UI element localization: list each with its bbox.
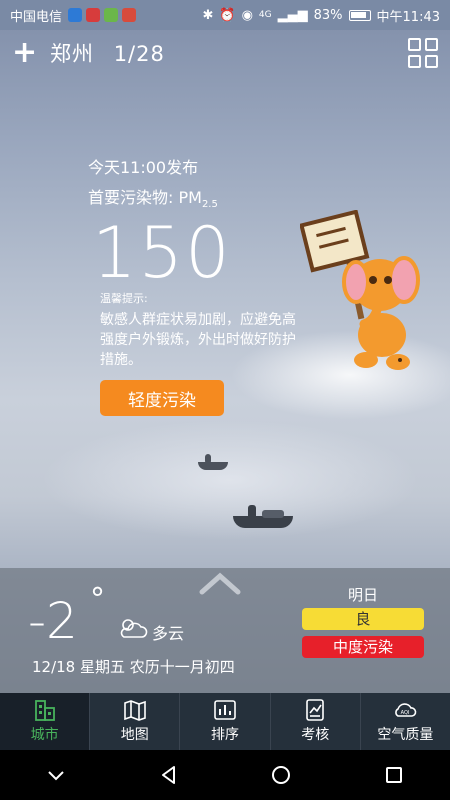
- city-icon: [34, 700, 55, 721]
- carrier-label: 中国电信: [10, 9, 63, 25]
- clock: 中午11:43: [376, 9, 440, 25]
- pollutant-label: 首要污染物: PM: [88, 188, 202, 207]
- mist-cloud: [40, 420, 420, 540]
- tomorrow-label: 明日: [347, 586, 378, 604]
- tab-label: 地图: [120, 727, 149, 743]
- map-icon: [123, 700, 146, 721]
- tab-label: 空气质量: [377, 727, 434, 743]
- tab-assessment[interactable]: 考核: [271, 693, 361, 750]
- degree-symbol: °: [90, 582, 105, 617]
- tab-city[interactable]: 城市: [0, 693, 91, 750]
- tomorrow-pollution-badge: 中度污染: [302, 636, 424, 658]
- boat-image: [205, 454, 211, 464]
- bottom-tab-bar: 城市 地图 排序 考核 AQI 空气质量: [0, 693, 450, 750]
- aqi-cloud-icon: AQI: [395, 703, 417, 717]
- tomorrow-aqi-badge: 良: [302, 608, 424, 630]
- pollution-level-button[interactable]: 轻度污染: [100, 380, 224, 416]
- tip-text: 敏感人群症状易加剧，应避免高强度户外锻炼，外出时做好防护措施。: [100, 312, 296, 368]
- city-title: 郑州 1/28: [50, 38, 165, 68]
- status-bar: 中国电信 ✱ ⏰ ◉ 4G ▂▄▆ 83% 中午11:43: [0, 0, 450, 30]
- alarm-icon: ⏰: [219, 7, 236, 23]
- boat-image: [198, 462, 228, 470]
- boat-image: [248, 505, 256, 519]
- pollutant-subscript: 2.5: [201, 199, 218, 211]
- chevron-down-icon[interactable]: [45, 764, 67, 786]
- assessment-icon: [306, 699, 325, 721]
- app-notification-icon: [104, 8, 119, 22]
- tab-label: 考核: [301, 727, 330, 743]
- grid-icon[interactable]: [408, 38, 438, 68]
- aqi-value: 150: [92, 212, 232, 294]
- tab-air-quality[interactable]: AQI 空气质量: [361, 693, 450, 750]
- tab-ranking[interactable]: 排序: [180, 693, 271, 750]
- app-screen: 中国电信 ✱ ⏰ ◉ 4G ▂▄▆ 83% 中午11:43 + 郑州 1/28 …: [0, 0, 450, 800]
- ranking-icon: [214, 700, 236, 720]
- elephant-mascot-icon: [300, 210, 420, 370]
- status-right: ✱ ⏰ ◉ 4G ▂▄▆ 83% 中午11:43: [202, 6, 440, 25]
- network-type: 4G: [258, 10, 272, 20]
- app-notification-icon: [86, 8, 101, 22]
- tab-label: 城市: [30, 727, 59, 743]
- city-page-indicator: 1/28: [113, 42, 165, 66]
- shield-icon: [68, 8, 83, 22]
- eye-icon: ◉: [241, 7, 253, 23]
- svg-text:AQI: AQI: [401, 710, 410, 716]
- partly-cloudy-icon: [120, 619, 148, 638]
- app-header: + 郑州 1/28: [0, 30, 450, 76]
- recents-icon[interactable]: [383, 764, 405, 786]
- weather-condition: 多云: [152, 624, 185, 643]
- boat-image: [262, 510, 284, 518]
- tab-map[interactable]: 地图: [90, 693, 181, 750]
- publish-time: 今天11:00发布: [88, 158, 199, 177]
- battery-icon: [348, 9, 371, 21]
- battery-percent: 83%: [313, 7, 343, 23]
- chevron-up-icon[interactable]: [198, 570, 242, 596]
- tip-title: 温馨提示:: [100, 292, 148, 305]
- primary-pollutant: 首要污染物: PM2.5: [88, 184, 218, 210]
- system-nav-bar: [0, 750, 450, 800]
- city-name: 郑州: [50, 42, 94, 66]
- tab-label: 排序: [211, 727, 239, 743]
- temperature: -2: [28, 592, 78, 650]
- signal-icon: ▂▄▆: [277, 7, 308, 23]
- home-icon[interactable]: [270, 764, 292, 786]
- back-icon[interactable]: [158, 764, 180, 786]
- plus-icon[interactable]: +: [12, 38, 37, 68]
- location-icon: [122, 8, 137, 22]
- bluetooth-icon: ✱: [202, 7, 214, 23]
- date-line: 12/18 星期五 农历十一月初四: [32, 658, 235, 676]
